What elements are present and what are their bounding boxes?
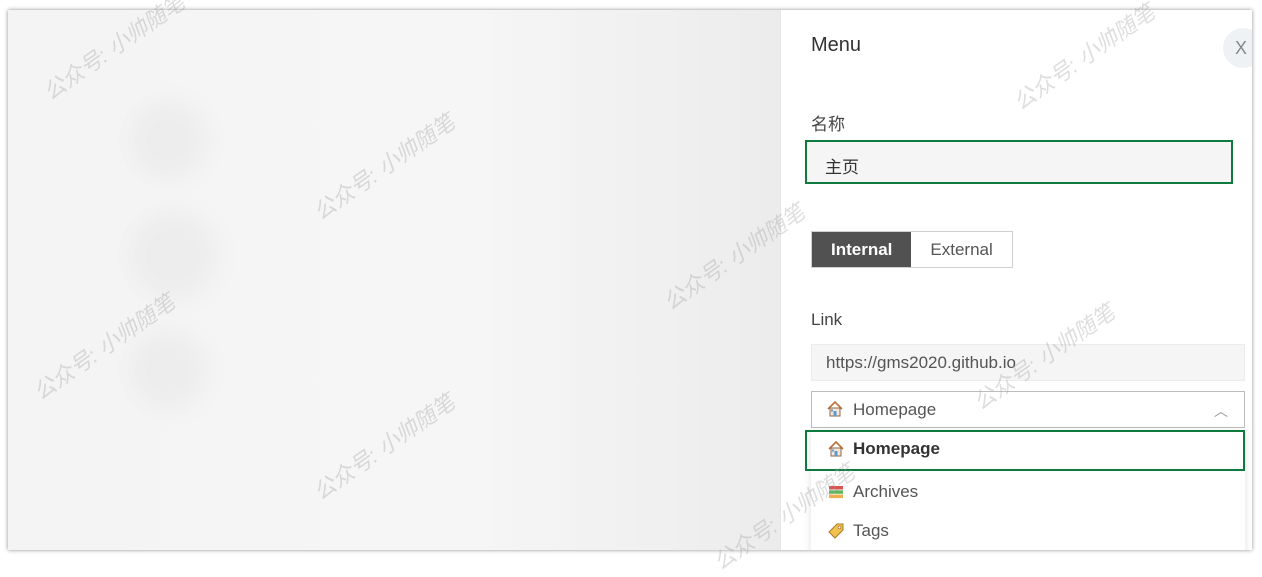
- tag-icon: [827, 522, 845, 545]
- books-icon: [827, 483, 845, 506]
- dropdown-option-tags[interactable]: Tags: [811, 512, 1245, 550]
- house-icon: [826, 400, 844, 423]
- dropdown-option-label: Archives: [853, 482, 919, 501]
- name-input[interactable]: 主页: [805, 140, 1233, 184]
- menu-edit-panel: Menu X 名称 主页 Internal External Link http…: [780, 10, 1252, 550]
- dropdown-option-homepage[interactable]: Homepage: [811, 430, 1245, 468]
- backdrop-blur: [128, 210, 218, 300]
- internal-button[interactable]: Internal: [812, 232, 912, 267]
- dropdown-option-archives[interactable]: Archives: [811, 473, 1245, 511]
- chevron-up-icon: ︿: [1214, 403, 1228, 419]
- link-input-value: https://gms2020.github.io: [826, 353, 1016, 372]
- dropdown-option-label: Tags: [853, 521, 889, 540]
- name-label: 名称: [811, 115, 845, 134]
- page-dropdown-menu: Homepage Archives Tags: [811, 430, 1245, 550]
- panel-title: Menu: [811, 34, 862, 56]
- dimmed-backdrop[interactable]: [8, 10, 780, 550]
- house-icon: [827, 440, 845, 463]
- page-select[interactable]: Homepage ︿: [811, 391, 1245, 428]
- link-label: Link: [811, 310, 843, 329]
- link-input[interactable]: https://gms2020.github.io: [811, 344, 1245, 381]
- link-type-toggle: Internal External: [811, 231, 1013, 268]
- dropdown-option-label: Homepage: [853, 439, 940, 458]
- backdrop-blur: [128, 330, 208, 410]
- backdrop-blur: [128, 100, 208, 180]
- external-button[interactable]: External: [911, 232, 1012, 267]
- name-input-value: 主页: [825, 158, 859, 177]
- page-select-value: Homepage: [853, 400, 937, 419]
- screenshot-frame: Menu X 名称 主页 Internal External Link http…: [8, 10, 1252, 550]
- close-button[interactable]: X: [1223, 28, 1252, 68]
